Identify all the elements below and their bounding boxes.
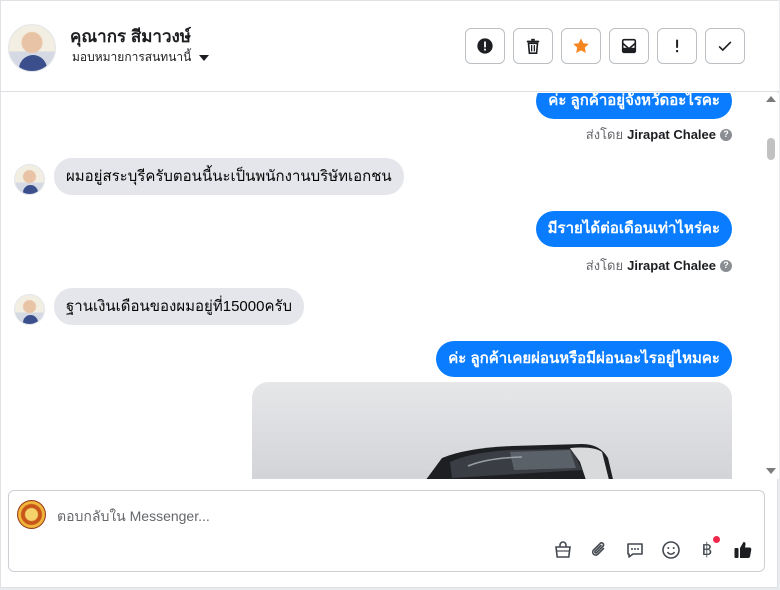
- help-icon[interactable]: ?: [720, 128, 732, 141]
- shopping-bag-icon: [555, 541, 571, 558]
- check-icon: [718, 41, 732, 52]
- star-button[interactable]: [561, 28, 601, 64]
- trash-icon: [526, 38, 540, 55]
- mark-unread-icon: [621, 38, 637, 54]
- paperclip-icon: [591, 542, 605, 556]
- reply-composer: ตอบกลับใน Messenger... ฿: [8, 490, 765, 572]
- payment-button[interactable]: ฿: [696, 536, 720, 561]
- page-avatar: [17, 500, 46, 529]
- outgoing-message[interactable]: มีรายได้ต่อเดือนเท่าไหร่คะ: [535, 211, 732, 247]
- mark-spam-button[interactable]: [465, 28, 505, 64]
- conversation-panel: คุณากร สีมาวงษ์ มอบหมายการสนทนานี้ ค่ะ ล…: [0, 0, 779, 588]
- assign-conversation-dropdown[interactable]: มอบหมายการสนทนานี้: [72, 48, 210, 67]
- car-image: [426, 444, 613, 479]
- assign-label: มอบหมายการสนทนานี้: [72, 50, 192, 64]
- star-icon: [573, 38, 589, 54]
- alert-circle-icon: [477, 38, 493, 54]
- delete-button[interactable]: [513, 28, 553, 64]
- notification-dot: [713, 536, 720, 543]
- outgoing-message[interactable]: ค่ะ ลูกค้าอยู่จังหวัดอะไรคะ: [536, 93, 732, 119]
- follow-up-button[interactable]: [657, 28, 697, 64]
- contact-avatar-small: [14, 164, 45, 195]
- vertical-scrollbar[interactable]: [763, 93, 779, 479]
- help-icon[interactable]: ?: [720, 259, 732, 272]
- payment-icon: ฿: [701, 540, 713, 560]
- sent-by-prefix: ส่งโดย: [585, 127, 624, 142]
- header-actions: [465, 28, 745, 64]
- reply-input[interactable]: ตอบกลับใน Messenger...: [57, 506, 210, 528]
- sender-name: Jirapat Chalee: [627, 258, 716, 273]
- saved-replies-button[interactable]: [624, 539, 646, 561]
- exclamation-icon: [676, 39, 679, 53]
- incoming-message[interactable]: ฐานเงินเดือนของผมอยู่ที่15000ครับ: [54, 288, 305, 325]
- message-list[interactable]: ค่ะ ลูกค้าอยู่จังหวัดอะไรคะ ส่งโดย Jirap…: [1, 93, 763, 479]
- conversation-header: คุณากร สีมาวงษ์ มอบหมายการสนทนานี้: [1, 1, 779, 92]
- sent-by-prefix: ส่งโดย: [585, 258, 624, 273]
- scroll-up-arrow[interactable]: [766, 96, 776, 102]
- contact-name[interactable]: คุณากร สีมาวงษ์: [70, 23, 191, 50]
- shop-button[interactable]: [552, 539, 574, 561]
- saved-reply-icon: [627, 543, 643, 558]
- sent-by-label: ส่งโดย Jirapat Chalee ?: [586, 124, 732, 145]
- mark-done-button[interactable]: [705, 28, 745, 64]
- emoji-button[interactable]: [660, 539, 682, 561]
- attach-button[interactable]: [588, 539, 610, 561]
- contact-avatar[interactable]: [8, 24, 56, 72]
- contact-avatar-small: [14, 294, 45, 325]
- chevron-down-icon: [199, 54, 210, 61]
- mark-unread-button[interactable]: [609, 28, 649, 64]
- emoji-icon: [662, 541, 680, 559]
- sent-by-label: ส่งโดย Jirapat Chalee ?: [586, 255, 732, 276]
- scroll-down-arrow[interactable]: [766, 468, 776, 474]
- sender-name: Jirapat Chalee: [627, 127, 716, 142]
- like-button[interactable]: [732, 539, 754, 561]
- thumbs-up-icon: [734, 542, 752, 559]
- outgoing-message[interactable]: ค่ะ ลูกค้าเคยผ่อนหรือมีผ่อนอะไรอยู่ไหมคะ: [436, 341, 732, 377]
- car-photo-attachment[interactable]: [252, 382, 732, 479]
- incoming-message[interactable]: ผมอยู่สระบุรีครับตอนนี้นะเป็นพนักงานบริษ…: [54, 158, 404, 195]
- scroll-thumb[interactable]: [767, 138, 775, 160]
- composer-tools: ฿: [552, 536, 754, 561]
